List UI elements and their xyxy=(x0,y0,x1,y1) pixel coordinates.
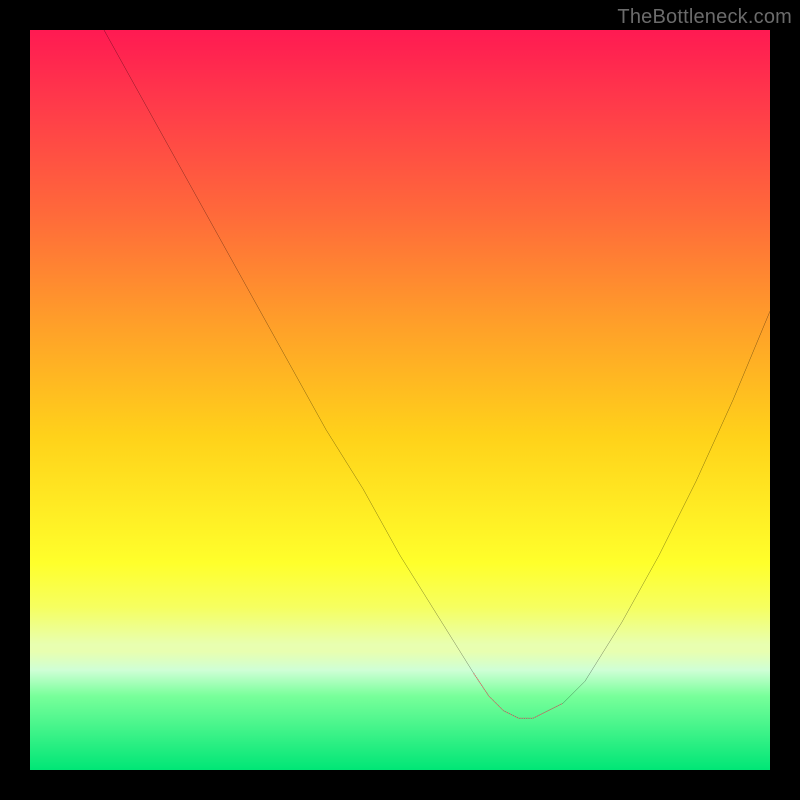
watermark-text: TheBottleneck.com xyxy=(617,6,792,29)
bottleneck-curve-line xyxy=(104,30,770,718)
trough-highlight-marker xyxy=(474,674,563,718)
chart-plot-area xyxy=(30,30,770,770)
bottleneck-curve-svg xyxy=(30,30,770,770)
chart-frame: TheBottleneck.com xyxy=(0,0,800,800)
